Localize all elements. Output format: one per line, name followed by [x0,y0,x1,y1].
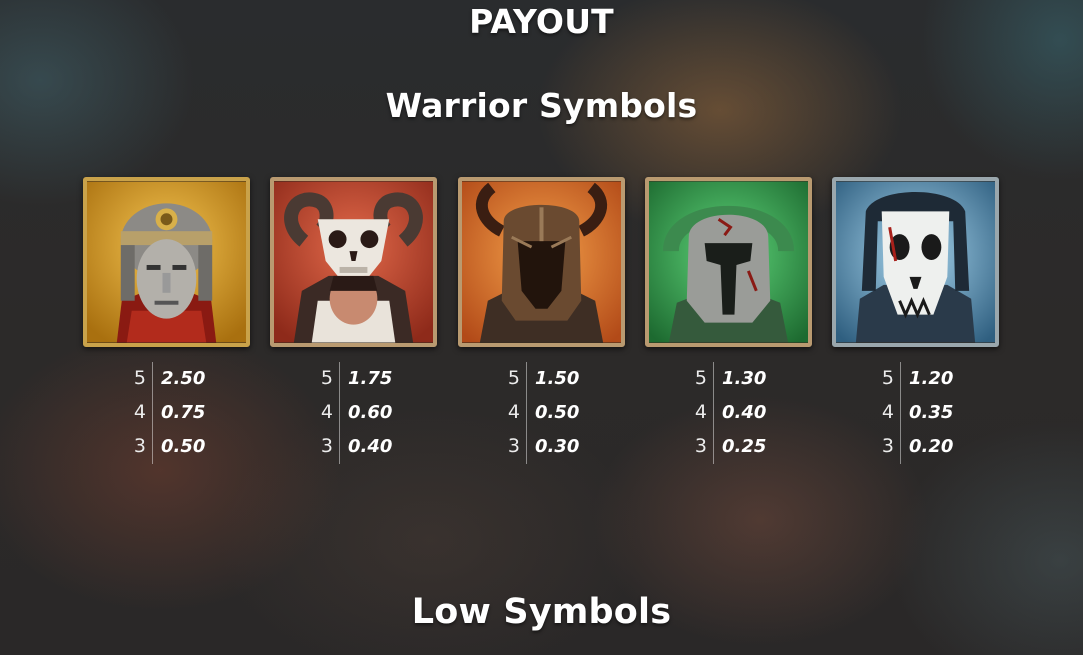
match-count: 3 [507,435,520,457]
pay-row: 4 0.40 [646,396,813,430]
match-count: 5 [320,367,333,389]
pay-row: 4 0.75 [85,396,252,430]
roman-legionary-art [87,181,246,343]
payout-value: 0.20 [909,436,954,457]
payout-value: 1.75 [348,368,393,389]
roman-legionary-icon [83,177,250,347]
pay-row: 4 0.60 [272,396,439,430]
spartan-helmet-art [649,181,808,343]
symbol-card-wolf-skull-warrior [832,177,999,347]
pay-row: 5 1.20 [833,362,1000,396]
pay-row: 5 1.50 [459,362,626,396]
horned-helmet-icon [458,177,625,347]
payout-value: 0.30 [535,436,580,457]
ram-skull-warrior-art [274,181,433,343]
symbol-card-roman-legionary [83,177,250,347]
pay-row: 3 0.50 [85,430,252,464]
payout-value: 0.50 [161,436,206,457]
payout-value: 2.50 [161,368,206,389]
page-title: PAYOUT [469,2,614,41]
pay-row: 3 0.25 [646,430,813,464]
match-count: 5 [881,367,894,389]
payout-value: 1.20 [909,368,954,389]
payout-value: 0.60 [348,402,393,423]
match-count: 3 [694,435,707,457]
match-count: 4 [881,401,894,423]
match-count: 4 [320,401,333,423]
payout-value: 0.50 [535,402,580,423]
horned-helmet-art [462,181,621,343]
payout-value: 1.30 [722,368,767,389]
pay-table-roman-legionary: 5 2.50 4 0.75 3 0.50 [85,362,252,464]
low-symbols-heading: Low Symbols [411,592,672,632]
symbol-card-ram-skull-warrior [270,177,437,347]
match-count: 3 [881,435,894,457]
match-count: 3 [320,435,333,457]
wolf-skull-warrior-icon [832,177,999,347]
pay-table-spartan-helmet: 5 1.30 4 0.40 3 0.25 [646,362,813,464]
symbol-card-spartan-helmet [645,177,812,347]
match-count: 5 [694,367,707,389]
pay-table-horned-helmet: 5 1.50 4 0.50 3 0.30 [459,362,626,464]
symbol-card-horned-helmet [458,177,625,347]
payout-value: 0.35 [909,402,954,423]
pay-row: 3 0.40 [272,430,439,464]
payout-value: 0.25 [722,436,767,457]
pay-row: 5 1.30 [646,362,813,396]
ram-skull-warrior-icon [270,177,437,347]
pay-table-ram-skull-warrior: 5 1.75 4 0.60 3 0.40 [272,362,439,464]
pay-row: 4 0.35 [833,396,1000,430]
pay-row: 5 1.75 [272,362,439,396]
payout-value: 0.40 [722,402,767,423]
match-count: 3 [133,435,146,457]
pay-row: 3 0.30 [459,430,626,464]
match-count: 4 [133,401,146,423]
pay-row: 5 2.50 [85,362,252,396]
spartan-helmet-icon [645,177,812,347]
match-count: 5 [507,367,520,389]
pay-table-wolf-skull-warrior: 5 1.20 4 0.35 3 0.20 [833,362,1000,464]
payout-value: 0.75 [161,402,206,423]
pay-row: 4 0.50 [459,396,626,430]
wolf-skull-warrior-art [836,181,995,343]
pay-row: 3 0.20 [833,430,1000,464]
payout-value: 0.40 [348,436,393,457]
match-count: 4 [694,401,707,423]
match-count: 4 [507,401,520,423]
match-count: 5 [133,367,146,389]
warrior-symbols-heading: Warrior Symbols [385,86,698,125]
payout-value: 1.50 [535,368,580,389]
